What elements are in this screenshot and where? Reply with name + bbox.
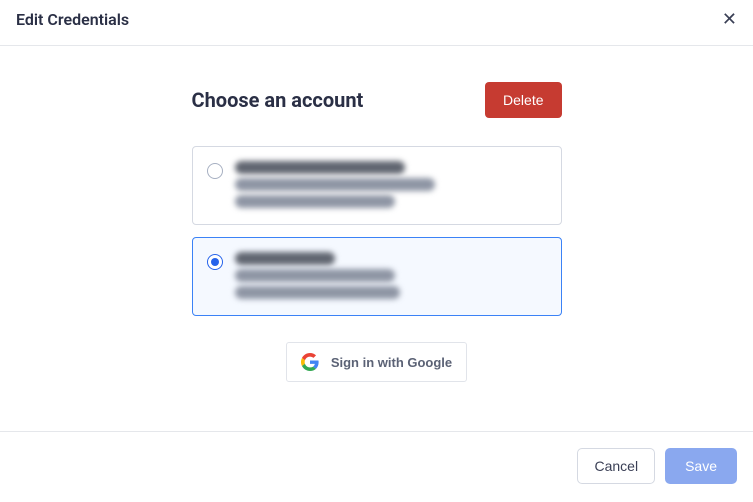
account-info bbox=[235, 161, 435, 208]
account-email bbox=[235, 178, 435, 191]
radio-icon[interactable] bbox=[207, 163, 223, 179]
section-title: Choose an account bbox=[192, 88, 364, 112]
close-icon[interactable]: ✕ bbox=[722, 11, 737, 29]
save-button[interactable]: Save bbox=[665, 448, 737, 484]
section-header: Choose an account Delete bbox=[192, 82, 562, 118]
account-name bbox=[235, 161, 405, 174]
dialog-content: Choose an account Delete bbox=[0, 46, 753, 382]
dialog-header: Edit Credentials ✕ bbox=[0, 0, 753, 45]
account-name bbox=[235, 252, 335, 265]
account-info bbox=[235, 252, 400, 299]
delete-button[interactable]: Delete bbox=[485, 82, 561, 118]
google-icon bbox=[301, 353, 319, 371]
account-list bbox=[192, 146, 562, 316]
account-email bbox=[235, 269, 395, 282]
account-created bbox=[235, 195, 395, 208]
cancel-button[interactable]: Cancel bbox=[577, 448, 655, 484]
sign-in-with-google-button[interactable]: Sign in with Google bbox=[286, 342, 467, 382]
dialog-title: Edit Credentials bbox=[16, 10, 129, 29]
account-option[interactable] bbox=[192, 237, 562, 316]
account-option[interactable] bbox=[192, 146, 562, 225]
dialog-footer: Cancel Save bbox=[0, 431, 753, 502]
radio-icon[interactable] bbox=[207, 254, 223, 270]
account-created bbox=[235, 286, 400, 299]
google-signin-label: Sign in with Google bbox=[331, 355, 452, 370]
